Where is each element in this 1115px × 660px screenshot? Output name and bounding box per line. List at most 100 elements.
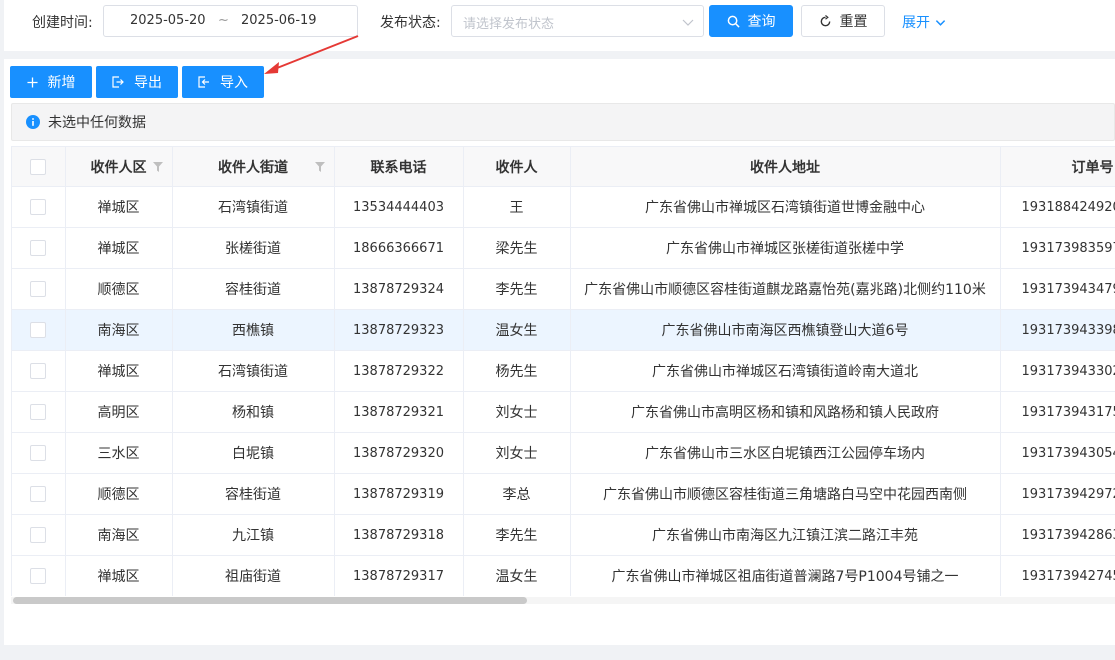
cell-district: 禅城区 [65, 350, 173, 392]
data-table: 收件人区 收件人街道 联系电话 收件人 收件人地址 订单号 禅城区 石湾镇街道 13… [11, 146, 1115, 596]
row-select-cell[interactable] [12, 391, 66, 433]
cell-street: 张槎街道 [172, 227, 335, 269]
main-panel: 新增 导出 导入 未选中任何数据 收件人区 收件人街道 联系电话 收件人 收件人… [4, 59, 1115, 645]
cell-address: 广东省佛山市顺德区容桂街道三角塘路白马空中花园西南侧 [570, 473, 1001, 515]
row-select-cell[interactable] [12, 227, 66, 269]
column-header-label: 收件人街道 [218, 159, 288, 176]
row-checkbox[interactable] [30, 486, 47, 502]
cell-order: 1931739427453 [1000, 555, 1115, 596]
date-range-picker[interactable]: 2025-05-20 ~ 2025-06-19 [103, 5, 358, 37]
row-checkbox[interactable] [30, 240, 47, 256]
row-select-cell[interactable] [12, 186, 66, 228]
scrollbar-thumb[interactable] [13, 597, 527, 604]
cell-recipient: 温女生 [463, 309, 571, 351]
alert-text: 未选中任何数据 [48, 115, 146, 131]
cell-order: 1931739835974 [1000, 227, 1115, 269]
table-row[interactable]: 顺德区 容桂街道 13878729324 李先生 广东省佛山市顺德区容桂街道麒龙路嘉怡苑… [12, 268, 1115, 310]
cell-street: 祖庙街道 [172, 555, 335, 596]
cell-recipient: 李先生 [463, 514, 571, 556]
table-row[interactable]: 禅城区 石湾镇街道 13878729322 杨先生 广东省佛山市禅城区石湾镇街道岭南大道… [12, 350, 1115, 392]
cell-street: 石湾镇街道 [172, 350, 335, 392]
column-header-recipient: 收件人 [463, 146, 571, 187]
cell-address: 广东省佛山市南海区西樵镇登山大道6号 [570, 309, 1001, 351]
import-icon [198, 76, 209, 88]
cell-street: 容桂街道 [172, 473, 335, 515]
date-end[interactable]: 2025-06-19 [241, 13, 317, 28]
column-header-street[interactable]: 收件人街道 [172, 146, 335, 187]
row-checkbox[interactable] [30, 445, 47, 461]
row-select-cell[interactable] [12, 432, 66, 474]
cell-order: 1931739428632 [1000, 514, 1115, 556]
row-checkbox[interactable] [30, 281, 47, 297]
expand-label: 展开 [902, 15, 930, 31]
export-button[interactable]: 导出 [96, 66, 178, 98]
expand-toggle[interactable]: 展开 [902, 12, 946, 32]
select-all-checkbox[interactable] [30, 158, 47, 175]
horizontal-scrollbar[interactable] [11, 597, 1115, 604]
row-checkbox[interactable] [30, 527, 47, 543]
cell-phone: 13878729318 [334, 514, 464, 556]
cell-street: 杨和镇 [172, 391, 335, 433]
row-select-cell[interactable] [12, 514, 66, 556]
table-row[interactable]: 禅城区 张槎街道 18666366671 梁先生 广东省佛山市禅城区张槎街道张槎中学 19… [12, 227, 1115, 269]
status-placeholder: 请选择发布状态 [463, 17, 555, 32]
import-button[interactable]: 导入 [182, 66, 264, 98]
cell-street: 石湾镇街道 [172, 186, 335, 228]
created-time-label: 创建时间: [32, 15, 93, 31]
table-row[interactable]: 南海区 九江镇 13878729318 李先生 广东省佛山市南海区九江镇江滨二路江丰苑 1… [12, 514, 1115, 556]
date-start[interactable]: 2025-05-20 [130, 13, 206, 28]
chevron-down-icon [935, 19, 946, 26]
filter-icon[interactable] [152, 162, 163, 172]
row-select-cell[interactable] [12, 268, 66, 310]
table-row[interactable]: 禅城区 祖庙街道 13878729317 温女生 广东省佛山市禅城区祖庙街道普澜路7号P… [12, 555, 1115, 596]
cell-address: 广东省佛山市高明区杨和镇和风路杨和镇人民政府 [570, 391, 1001, 433]
row-select-cell[interactable] [12, 473, 66, 515]
row-select-cell[interactable] [12, 309, 66, 351]
query-label: 查询 [747, 14, 776, 30]
table-row[interactable]: 三水区 白坭镇 13878729320 刘女士 广东省佛山市三水区白坭镇西江公园停车场内… [12, 432, 1115, 474]
table-row[interactable]: 禅城区 石湾镇街道 13534444403 王广东省佛山市禅城区石湾镇街道世博金融中心… [12, 186, 1115, 228]
query-button[interactable]: 查询 [709, 5, 793, 37]
cell-order: 1931739429727 [1000, 473, 1115, 515]
cell-district: 顺德区 [65, 473, 173, 515]
row-checkbox[interactable] [30, 322, 47, 338]
cell-order: 1931739433028 [1000, 350, 1115, 392]
row-select-cell[interactable] [12, 350, 66, 392]
row-checkbox[interactable] [30, 199, 47, 215]
cell-district: 南海区 [65, 309, 173, 351]
table-row[interactable]: 顺德区 容桂街道 13878729319 李总 广东省佛山市顺德区容桂街道三角塘路白马空… [12, 473, 1115, 515]
select-all-cell[interactable] [12, 146, 66, 187]
row-checkbox[interactable] [30, 363, 47, 379]
add-button[interactable]: 新增 [10, 66, 92, 98]
status-select[interactable]: 请选择发布状态 [451, 5, 704, 37]
column-header-address: 收件人地址 [570, 146, 1001, 187]
import-label: 导入 [220, 75, 248, 91]
cell-recipient: 王 [463, 186, 571, 228]
cell-phone: 18666366671 [334, 227, 464, 269]
cell-phone: 13878729321 [334, 391, 464, 433]
reset-button[interactable]: 重置 [801, 5, 885, 37]
row-select-cell[interactable] [12, 555, 66, 596]
cell-address: 广东省佛山市禅城区祖庙街道普澜路7号P1004号铺之一 [570, 555, 1001, 596]
cell-district: 顺德区 [65, 268, 173, 310]
cell-phone: 13878729322 [334, 350, 464, 392]
row-checkbox[interactable] [30, 568, 47, 584]
search-panel: 创建时间: 2025-05-20 ~ 2025-06-19 发布状态: 请选择发… [4, 0, 1115, 51]
search-icon [727, 15, 740, 28]
selection-alert: 未选中任何数据 [11, 103, 1115, 141]
cell-district: 南海区 [65, 514, 173, 556]
cell-recipient: 梁先生 [463, 227, 571, 269]
row-checkbox[interactable] [30, 404, 47, 420]
info-icon [26, 115, 40, 129]
cell-street: 容桂街道 [172, 268, 335, 310]
table-row[interactable]: 南海区 西樵镇 13878729323 温女生 广东省佛山市南海区西樵镇登山大道6号 19… [12, 309, 1115, 351]
table-header-row: 收件人区 收件人街道 联系电话 收件人 收件人地址 订单号 [12, 146, 1115, 187]
cell-district: 禅城区 [65, 227, 173, 269]
filter-icon[interactable] [314, 162, 325, 172]
cell-recipient: 刘女士 [463, 432, 571, 474]
cell-recipient: 李先生 [463, 268, 571, 310]
cell-district: 禅城区 [65, 555, 173, 596]
status-label: 发布状态: [380, 15, 441, 31]
table-row[interactable]: 高明区 杨和镇 13878729321 刘女士 广东省佛山市高明区杨和镇和风路杨和镇人民… [12, 391, 1115, 433]
column-header-district[interactable]: 收件人区 [65, 146, 173, 187]
